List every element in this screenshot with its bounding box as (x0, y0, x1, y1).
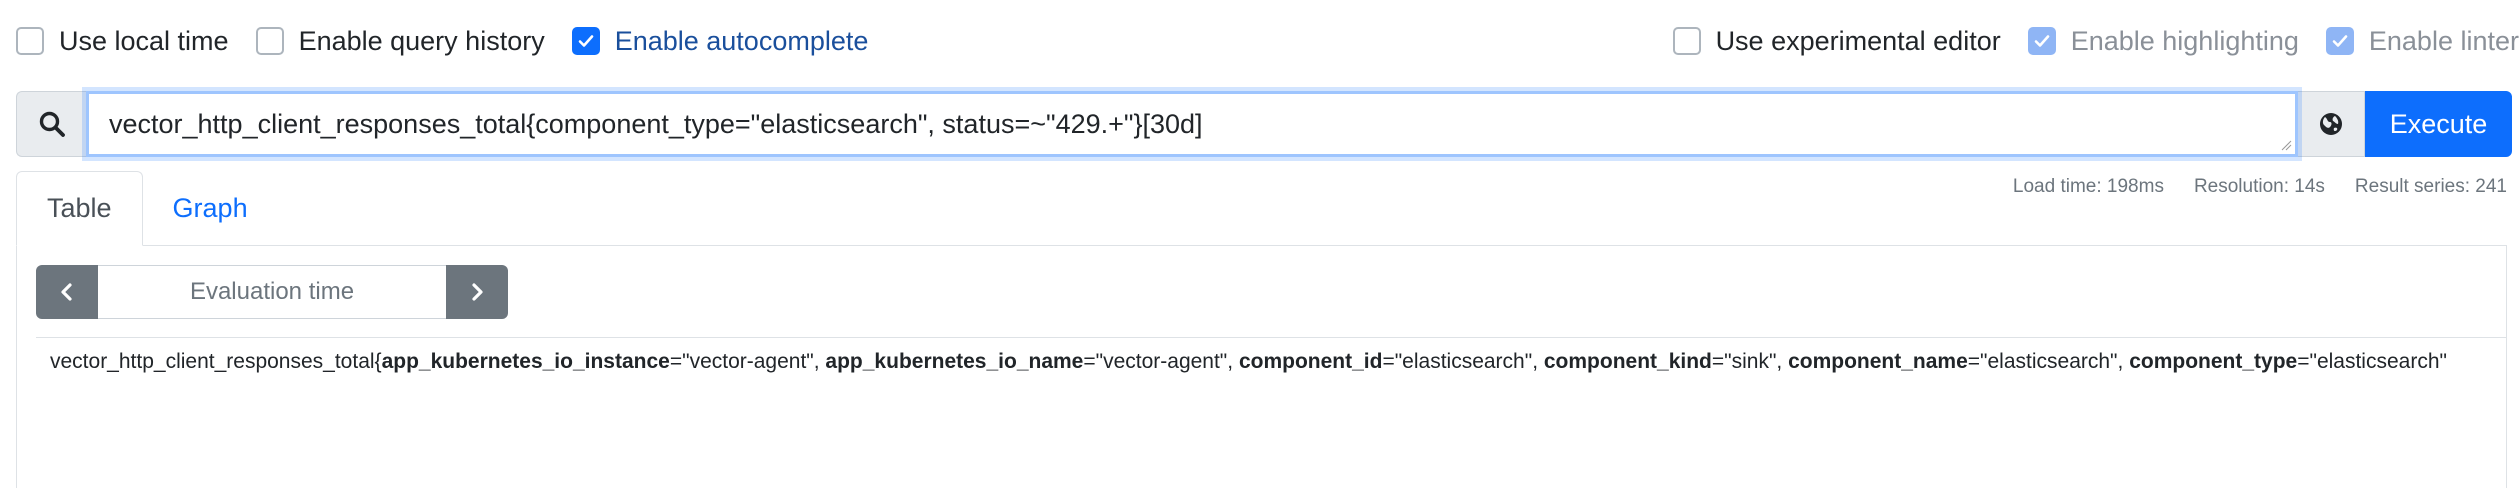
enable-autocomplete-option[interactable]: Enable autocomplete (571, 25, 869, 57)
enable-query-history-option[interactable]: Enable query history (255, 25, 545, 57)
label-key: app_kubernetes_io_instance (381, 350, 670, 373)
execute-button[interactable]: Execute (2365, 91, 2512, 157)
checkmark-icon (578, 35, 594, 47)
enable-query-history-checkbox[interactable] (255, 27, 284, 55)
label-key: app_kubernetes_io_name (825, 350, 1084, 373)
metrics-explorer-button[interactable] (2298, 91, 2365, 157)
checkmark-icon (2332, 35, 2348, 47)
enable-autocomplete-checkbox[interactable] (571, 27, 600, 55)
chevron-right-icon (472, 283, 483, 301)
next-time-button[interactable] (446, 265, 508, 319)
chevron-left-icon (61, 283, 72, 301)
query-expression-input[interactable]: vector_http_client_responses_total{compo… (86, 91, 2298, 157)
enable-linter-checkbox[interactable] (2325, 27, 2354, 55)
table-row: vector_http_client_responses_total{app_k… (50, 350, 2447, 373)
checkmark-icon (2034, 35, 2050, 47)
search-addon (16, 91, 86, 157)
enable-linter-label: Enable linter (2368, 25, 2519, 56)
use-experimental-editor-checkbox[interactable] (1672, 27, 1701, 55)
result-table: vector_http_client_responses_total{app_k… (36, 337, 2506, 386)
query-expression-text: vector_http_client_responses_total{compo… (109, 108, 1203, 139)
result-series: Result series: 241 (2354, 176, 2507, 197)
use-local-time-option[interactable]: Use local time (16, 26, 229, 57)
table-panel: Evaluation time vector_http_client_respo… (16, 246, 2507, 488)
use-local-time-label: Use local time (59, 25, 229, 56)
query-bar: vector_http_client_responses_total{compo… (16, 91, 2512, 157)
tab-graph[interactable]: Graph (143, 171, 278, 246)
globe-icon (2320, 113, 2342, 135)
use-local-time-checkbox[interactable] (16, 27, 44, 55)
label-value: "sink" (1724, 350, 1777, 373)
use-experimental-editor-label: Use experimental editor (1715, 25, 2001, 56)
enable-highlighting-label: Enable highlighting (2070, 25, 2299, 56)
label-value: "elasticsearch" (1980, 350, 2118, 373)
label-key: component_id (1238, 350, 1383, 373)
label-value: "elasticsearch" (1394, 350, 1533, 373)
enable-query-history-label: Enable query history (298, 25, 545, 56)
enable-highlighting-option[interactable]: Enable highlighting (2027, 25, 2299, 57)
evaluation-time-group: Evaluation time (36, 265, 508, 319)
load-time: Load time: 198ms (2012, 176, 2164, 197)
use-experimental-editor-option[interactable]: Use experimental editor (1672, 25, 2001, 57)
previous-time-button[interactable] (36, 265, 98, 319)
enable-linter-option[interactable]: Enable linter (2325, 25, 2519, 57)
metric-name: vector_http_client_responses_total (50, 350, 375, 373)
label-value: "vector-agent" (1095, 350, 1228, 373)
resolution: Resolution: 14s (2193, 176, 2325, 197)
query-stats: Load time: 198ms Resolution: 14s Result … (1983, 176, 2507, 198)
enable-highlighting-checkbox[interactable] (2027, 27, 2056, 55)
resize-grip-icon[interactable] (2280, 139, 2292, 151)
evaluation-time-input[interactable]: Evaluation time (98, 265, 446, 319)
label-key: component_name (1788, 350, 1968, 373)
label-value: "vector-agent" (682, 350, 814, 373)
tab-table[interactable]: Table (16, 171, 143, 246)
label-key: component_type (2129, 350, 2298, 373)
search-icon (39, 111, 65, 137)
enable-autocomplete-label: Enable autocomplete (614, 25, 869, 56)
options-row: Use local time Enable query history Enab… (16, 18, 2519, 64)
label-value: "elasticsearch" (2309, 350, 2447, 373)
label-key: component_kind (1543, 350, 1712, 373)
